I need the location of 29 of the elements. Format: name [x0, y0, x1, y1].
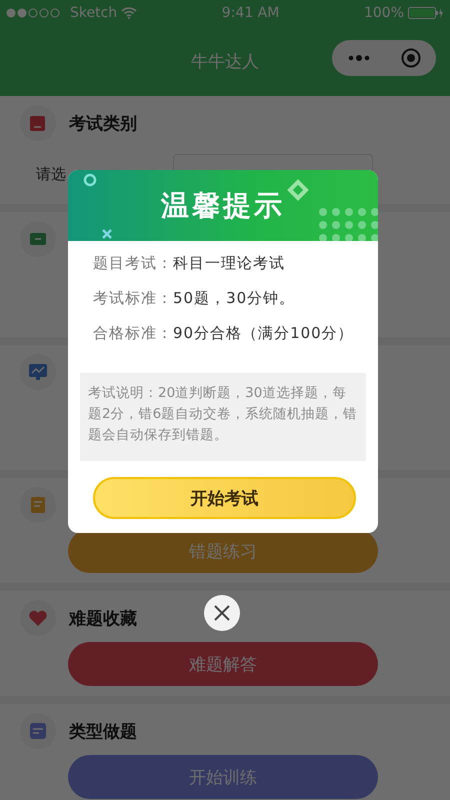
chat-icon: [29, 230, 47, 248]
section-title: 考试类别: [69, 112, 137, 134]
section-title: 难题收藏: [69, 608, 137, 630]
wifi-icon: [121, 7, 138, 19]
app-title: 牛牛达人: [191, 50, 259, 72]
close-mini-program-icon[interactable]: [400, 48, 420, 68]
more-icon[interactable]: [348, 55, 370, 61]
info-value: 科目一理论考试: [173, 254, 285, 273]
edit-icon: [29, 114, 47, 132]
info-label: 考试标准：: [93, 289, 173, 308]
info-value: 90分合格（满分100分）: [173, 324, 354, 343]
carrier-text: Sketch: [70, 5, 118, 21]
section-title: 类型做题: [69, 720, 137, 742]
info-label: 合格标准：: [93, 324, 173, 343]
clock-text: 9:41 AM: [222, 5, 280, 21]
dialog-title: 温馨提示: [161, 188, 285, 224]
heart-icon: [28, 609, 48, 627]
info-label: 题目考试：: [93, 254, 173, 273]
info-value: 50题，30分钟。: [173, 289, 296, 308]
list-icon: [29, 722, 47, 740]
start-exam-button[interactable]: 开始考试: [93, 477, 356, 519]
battery-icon: [408, 7, 444, 19]
field-label: 请选: [36, 164, 67, 184]
document-icon: [29, 496, 47, 514]
battery-text: 100%: [364, 5, 404, 21]
close-icon: [213, 604, 231, 622]
exam-note: 考试说明：20道判断题，30道选择题，每题2分，错6题自动交卷，系统随机抽题，错题会自动保存到错题。: [80, 373, 366, 461]
monitor-icon: [28, 363, 48, 381]
action-button[interactable]: 难题解答: [68, 642, 378, 686]
